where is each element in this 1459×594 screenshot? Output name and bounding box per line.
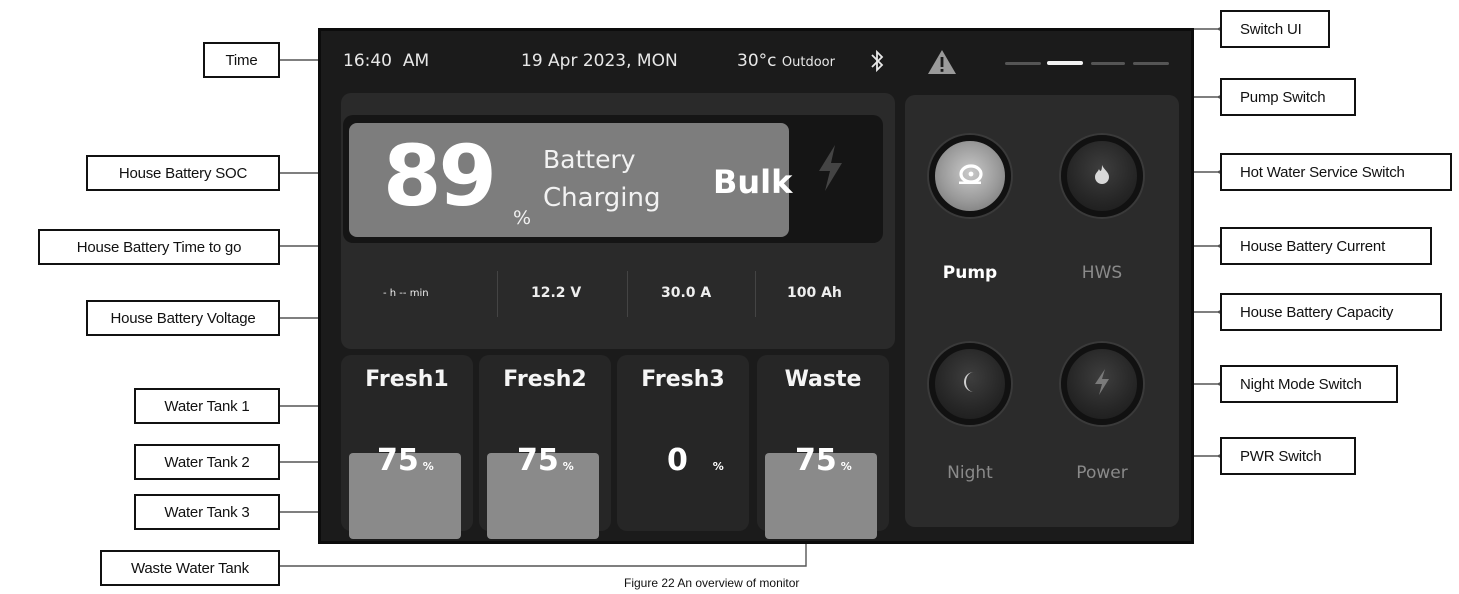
callout-soc: House Battery SOC bbox=[86, 155, 280, 191]
night-switch-label: Night bbox=[947, 463, 993, 483]
callout-voltage: House Battery Voltage bbox=[86, 300, 280, 336]
date-label: 19 Apr 2023, MON bbox=[521, 51, 678, 71]
pump-switch-label: Pump bbox=[942, 263, 998, 283]
tank-title: Fresh1 bbox=[365, 367, 449, 392]
callout-time-to-go: House Battery Time to go bbox=[38, 229, 280, 265]
power-switch[interactable] bbox=[1061, 343, 1143, 425]
tank-title: Fresh3 bbox=[641, 367, 725, 392]
battery-status-line2: Charging bbox=[543, 183, 661, 213]
monitor-screen: 16:40 AM 19 Apr 2023, MON 30°c Outdoor 8… bbox=[318, 28, 1194, 544]
warning-icon[interactable] bbox=[927, 49, 957, 75]
callout-waste-tank: Waste Water Tank bbox=[100, 550, 280, 586]
battery-time-to-go: - h -- min bbox=[383, 288, 429, 299]
battery-capacity: 100 Ah bbox=[787, 285, 842, 301]
tank-value: 0 % bbox=[667, 443, 724, 478]
night-mode-switch[interactable] bbox=[929, 343, 1011, 425]
hws-switch-label: HWS bbox=[1081, 263, 1123, 283]
tank-title: Fresh2 bbox=[503, 367, 587, 392]
tank-value: 75% bbox=[795, 443, 852, 478]
battery-voltage: 12.2 V bbox=[531, 285, 582, 301]
hws-switch[interactable] bbox=[1061, 135, 1143, 217]
stat-divider bbox=[497, 271, 498, 317]
callout-night-switch: Night Mode Switch bbox=[1220, 365, 1398, 403]
callout-pump-switch: Pump Switch bbox=[1220, 78, 1356, 116]
figure-caption: Figure 22 An overview of monitor bbox=[624, 576, 800, 590]
battery-current: 30.0 A bbox=[661, 285, 712, 301]
battery-soc-value: 89 bbox=[383, 127, 497, 225]
page-dot-3[interactable] bbox=[1091, 62, 1125, 65]
tank-title: Waste bbox=[784, 367, 862, 392]
callout-pwr-switch: PWR Switch bbox=[1220, 437, 1356, 475]
callout-tank3: Water Tank 3 bbox=[134, 494, 280, 530]
page-dot-2-active[interactable] bbox=[1047, 61, 1083, 65]
charging-bolt-icon bbox=[815, 143, 845, 193]
bluetooth-icon[interactable] bbox=[869, 49, 885, 77]
moon-icon bbox=[960, 370, 980, 398]
callout-current: House Battery Current bbox=[1220, 227, 1432, 265]
charge-stage: Bulk bbox=[713, 163, 793, 201]
tank-value: 75% bbox=[517, 443, 574, 478]
pump-icon bbox=[957, 164, 983, 188]
tank-value: 75% bbox=[377, 443, 434, 478]
page-dot-1[interactable] bbox=[1005, 62, 1041, 65]
pump-switch[interactable] bbox=[929, 135, 1011, 217]
battery-soc-unit: % bbox=[513, 207, 532, 229]
outdoor-temp: 30°c Outdoor bbox=[737, 51, 835, 71]
status-bar: 16:40 AM 19 Apr 2023, MON 30°c Outdoor bbox=[321, 31, 1191, 91]
callout-capacity: House Battery Capacity bbox=[1220, 293, 1442, 331]
lightning-icon bbox=[1093, 368, 1111, 400]
power-switch-label: Power bbox=[1076, 463, 1128, 483]
stat-divider bbox=[627, 271, 628, 317]
callout-tank1: Water Tank 1 bbox=[134, 388, 280, 424]
flame-icon bbox=[1094, 164, 1110, 188]
clock-time: 16:40 AM bbox=[343, 51, 430, 71]
battery-status-line1: Battery bbox=[543, 145, 636, 174]
callout-tank2: Water Tank 2 bbox=[134, 444, 280, 480]
page-dot-4[interactable] bbox=[1133, 62, 1169, 65]
callout-switch-ui: Switch UI bbox=[1220, 10, 1330, 48]
callout-hws-switch: Hot Water Service Switch bbox=[1220, 153, 1452, 191]
stat-divider bbox=[755, 271, 756, 317]
callout-time: Time bbox=[203, 42, 280, 78]
